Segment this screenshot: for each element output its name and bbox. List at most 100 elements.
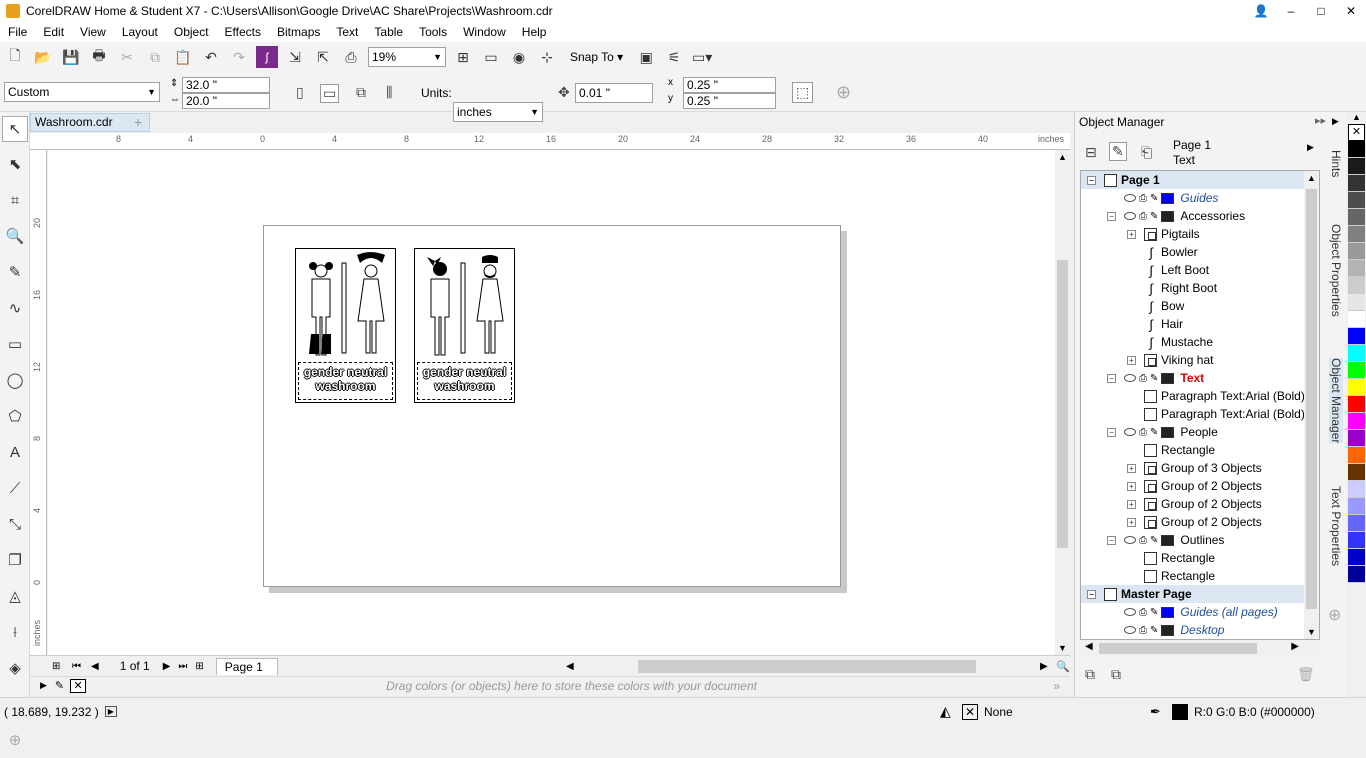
menu-edit[interactable]: Edit bbox=[35, 22, 72, 42]
new-document-icon[interactable]: 🗋 bbox=[4, 46, 26, 68]
show-rulers-icon[interactable]: ◉ bbox=[508, 46, 530, 68]
page-width-field[interactable]: 32.0 " bbox=[182, 77, 270, 93]
zoom-tool-icon[interactable]: 🔍 bbox=[0, 218, 30, 254]
color-swatch[interactable] bbox=[1348, 260, 1365, 277]
tree-scroll-thumb[interactable] bbox=[1306, 189, 1317, 609]
menu-view[interactable]: View bbox=[72, 22, 114, 42]
quick-customize-icon[interactable]: ▭▾ bbox=[691, 46, 713, 68]
add-page-before-icon[interactable]: ⊞ bbox=[52, 661, 66, 672]
color-swatch[interactable] bbox=[1348, 209, 1365, 226]
horizontal-scroll-thumb[interactable] bbox=[638, 660, 976, 673]
nudge-field[interactable]: 0.01 " bbox=[575, 83, 653, 103]
palette-scroll-right-icon[interactable]: » bbox=[1053, 679, 1060, 693]
user-icon[interactable]: 👤 bbox=[1246, 0, 1276, 22]
visibility-eye-icon[interactable] bbox=[1124, 194, 1136, 202]
color-swatch[interactable] bbox=[1348, 362, 1365, 379]
color-swatch[interactable] bbox=[1348, 464, 1365, 481]
options-icon[interactable]: ⚟ bbox=[663, 46, 685, 68]
add-docker-icon[interactable]: ⊕ bbox=[1328, 605, 1341, 625]
page-height-field[interactable]: 20.0 " bbox=[182, 93, 270, 109]
tree-object-row[interactable]: ∫ Mustache bbox=[1081, 333, 1319, 351]
new-tab-icon[interactable]: + bbox=[134, 114, 142, 130]
tree-object-row[interactable]: + Group of 3 Objects bbox=[1081, 459, 1319, 477]
visibility-eye-icon[interactable] bbox=[1124, 626, 1136, 634]
landscape-icon[interactable]: ▭ bbox=[320, 84, 340, 103]
units-select[interactable]: inches ▼ bbox=[453, 102, 543, 122]
scroll-down-icon[interactable]: ▼ bbox=[1058, 643, 1067, 653]
drop-shadow-icon[interactable]: ❐ bbox=[0, 542, 30, 578]
printable-icon[interactable]: ⎙ bbox=[1139, 625, 1147, 636]
collapse-icon[interactable]: − bbox=[1107, 535, 1116, 545]
new-master-layer-icon[interactable]: ⧉ bbox=[1111, 666, 1121, 683]
tree-layer-row[interactable]: − ⎙ ✎ Accessories bbox=[1081, 207, 1319, 225]
color-swatch[interactable] bbox=[1348, 311, 1365, 328]
color-swatch[interactable] bbox=[1348, 532, 1365, 549]
portrait-icon[interactable]: ▯ bbox=[296, 84, 304, 101]
paste-icon[interactable]: 📋 bbox=[172, 46, 194, 68]
tree-object-row[interactable]: ∫ Right Boot bbox=[1081, 279, 1319, 297]
menu-effects[interactable]: Effects bbox=[217, 22, 269, 42]
delete-icon[interactable]: 🗑 bbox=[1297, 666, 1315, 683]
minimize-button[interactable]: – bbox=[1276, 0, 1306, 22]
menu-tools[interactable]: Tools bbox=[411, 22, 455, 42]
scroll-left-icon[interactable]: ◀ bbox=[1085, 641, 1093, 652]
washroom-sign[interactable]: gender neutral washroom bbox=[295, 248, 396, 403]
color-swatch[interactable] bbox=[1348, 481, 1365, 498]
color-swatch[interactable] bbox=[1348, 226, 1365, 243]
scroll-right-icon[interactable]: ▶ bbox=[1040, 661, 1048, 672]
vertical-scrollbar[interactable]: ▲ ▼ bbox=[1055, 150, 1070, 655]
color-swatch[interactable] bbox=[1348, 515, 1365, 532]
sign-caption[interactable]: gender neutral washroom bbox=[298, 362, 393, 400]
layer-color-swatch[interactable] bbox=[1161, 624, 1175, 636]
tree-object-row[interactable]: ∫ Bowler bbox=[1081, 243, 1319, 261]
fill-swatch-none-icon[interactable]: ✕ bbox=[962, 703, 978, 720]
horizontal-ruler[interactable]: 8 4 0 4 8 12 16 20 24 28 32 36 40 inches bbox=[30, 133, 1070, 150]
next-page-icon[interactable]: ▶ bbox=[163, 661, 171, 672]
zoom-one-shot-icon[interactable]: 🔍 bbox=[1056, 660, 1070, 673]
add-icon[interactable]: ⊕ bbox=[836, 82, 851, 103]
close-button[interactable]: ✕ bbox=[1336, 0, 1366, 22]
publish-pdf-icon[interactable]: ⎙ bbox=[340, 46, 362, 68]
color-swatch[interactable] bbox=[1348, 294, 1365, 311]
color-swatch[interactable] bbox=[1348, 396, 1365, 413]
menu-object[interactable]: Object bbox=[166, 22, 217, 42]
palette-menu-icon[interactable]: ▶ bbox=[40, 680, 47, 691]
ellipse-tool-icon[interactable]: ◯ bbox=[0, 362, 30, 398]
scroll-up-icon[interactable]: ▲ bbox=[1058, 152, 1067, 162]
tree-layer-row[interactable]: − ⎙ ✎ People bbox=[1081, 423, 1319, 441]
color-swatch[interactable] bbox=[1348, 566, 1365, 583]
connector-tool-icon[interactable]: ⤡ bbox=[0, 506, 30, 542]
color-swatch[interactable] bbox=[1348, 243, 1365, 260]
prev-page-icon[interactable]: ◀ bbox=[91, 661, 99, 672]
tab-object-manager[interactable]: Object Manager bbox=[1329, 358, 1343, 444]
current-page-icon[interactable]: ⫼ bbox=[386, 84, 392, 101]
collapse-icon[interactable]: − bbox=[1107, 427, 1116, 437]
tree-layer-row[interactable]: ⎙ ✎ Desktop bbox=[1081, 621, 1319, 639]
import-icon[interactable]: ⇲ bbox=[284, 46, 306, 68]
menu-bitmaps[interactable]: Bitmaps bbox=[269, 22, 328, 42]
printable-icon[interactable]: ⎙ bbox=[1139, 373, 1147, 384]
color-swatch[interactable] bbox=[1348, 430, 1365, 447]
full-screen-preview-icon[interactable]: ▭ bbox=[480, 46, 502, 68]
editable-pencil-icon[interactable]: ✎ bbox=[1150, 427, 1158, 438]
menu-file[interactable]: File bbox=[0, 22, 35, 42]
color-swatch[interactable] bbox=[1348, 413, 1365, 430]
shape-tool-icon[interactable]: ⬉ bbox=[0, 146, 30, 182]
scroll-down-icon[interactable]: ▼ bbox=[1307, 627, 1316, 637]
tree-object-row[interactable]: + Group of 2 Objects bbox=[1081, 495, 1319, 513]
color-swatch[interactable] bbox=[1348, 158, 1365, 175]
editable-pencil-icon[interactable]: ✎ bbox=[1150, 625, 1158, 636]
color-swatch[interactable] bbox=[1348, 379, 1365, 396]
collapse-icon[interactable]: − bbox=[1087, 589, 1096, 599]
eyedropper-icon[interactable]: ⟊ bbox=[0, 614, 30, 650]
color-swatch[interactable] bbox=[1348, 345, 1365, 362]
docker-menu-icon[interactable]: ▶ bbox=[1307, 142, 1314, 153]
tab-text-properties[interactable]: Text Properties bbox=[1329, 486, 1343, 566]
color-swatch[interactable] bbox=[1348, 447, 1365, 464]
printable-icon[interactable]: ⎙ bbox=[1139, 193, 1147, 204]
tree-object-row[interactable]: Rectangle bbox=[1081, 441, 1319, 459]
layer-color-swatch[interactable] bbox=[1161, 192, 1175, 204]
rectangle-tool-icon[interactable]: ▭ bbox=[0, 326, 30, 362]
search-content-icon[interactable]: ʃ bbox=[256, 46, 278, 68]
color-swatch[interactable] bbox=[1348, 277, 1365, 294]
